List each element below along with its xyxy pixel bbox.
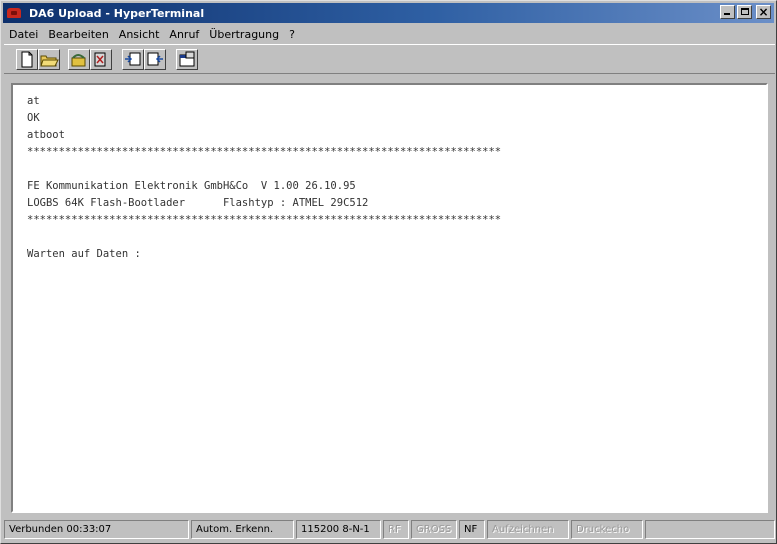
status-port-settings: 115200 8-N-1: [296, 520, 381, 539]
terminal-line: ****************************************…: [27, 146, 502, 158]
terminal-line: Warten auf Daten :: [27, 248, 141, 260]
properties-icon: [179, 51, 195, 67]
disconnect-button[interactable]: [90, 49, 112, 70]
connect-button[interactable]: [68, 49, 90, 70]
new-connection-button[interactable]: [16, 49, 38, 70]
status-bar: Verbunden 00:33:07 Autom. Erkenn. 115200…: [4, 520, 775, 540]
terminal-line: at: [27, 95, 40, 107]
status-scroll: RF: [383, 520, 409, 539]
phone-connect-icon: [71, 54, 86, 67]
status-caps: GROSS: [411, 520, 457, 539]
menu-datei[interactable]: Datei: [4, 28, 43, 41]
properties-button[interactable]: [176, 49, 198, 70]
status-connected: Verbunden 00:33:07: [4, 520, 189, 539]
toolbar: [4, 44, 775, 74]
menu-uebertragung[interactable]: Übertragung: [204, 28, 284, 41]
terminal-output: at OK atboot ***************************…: [27, 93, 760, 507]
terminal-line: OK: [27, 112, 40, 124]
status-capture: Aufzeichnen: [487, 520, 569, 539]
maximize-icon: [741, 8, 749, 15]
status-autodetect: Autom. Erkenn.: [191, 520, 294, 539]
window-title: DA6 Upload - HyperTerminal: [29, 6, 205, 20]
title-bar[interactable]: DA6 Upload - HyperTerminal ×: [3, 3, 774, 23]
send-file-button[interactable]: [122, 49, 144, 70]
menu-bearbeiten[interactable]: Bearbeiten: [43, 28, 113, 41]
terminal-area[interactable]: at OK atboot ***************************…: [11, 83, 768, 513]
minimize-icon: [724, 13, 730, 15]
status-num: NF: [459, 520, 485, 539]
terminal-line: LOGBS 64K Flash-Bootlader Flashtyp : ATM…: [27, 197, 369, 209]
hyperterminal-window: DA6 Upload - HyperTerminal × Datei Bearb…: [0, 0, 777, 544]
phone-disconnect-icon: [94, 52, 106, 67]
terminal-line: ****************************************…: [27, 214, 502, 226]
maximize-button[interactable]: [737, 5, 752, 19]
receive-file-button[interactable]: [144, 49, 166, 70]
status-spacer: [645, 520, 775, 539]
minimize-button[interactable]: [720, 5, 735, 19]
terminal-line: atboot: [27, 129, 65, 141]
status-print-echo: Druckecho: [571, 520, 643, 539]
menu-ansicht[interactable]: Ansicht: [114, 28, 165, 41]
menu-anruf[interactable]: Anruf: [164, 28, 204, 41]
send-file-icon: [125, 52, 141, 66]
receive-file-icon: [147, 52, 163, 66]
open-button[interactable]: [38, 49, 60, 70]
new-document-icon: [21, 51, 33, 68]
hyperterminal-icon[interactable]: [7, 6, 23, 20]
menu-help[interactable]: ?: [284, 28, 300, 41]
close-button[interactable]: ×: [756, 5, 771, 19]
menu-bar: Datei Bearbeiten Ansicht Anruf Übertragu…: [4, 25, 300, 43]
close-icon: ×: [758, 5, 769, 19]
open-folder-icon: [40, 55, 59, 67]
terminal-line: FE Kommunikation Elektronik GmbH&Co V 1.…: [27, 180, 356, 192]
